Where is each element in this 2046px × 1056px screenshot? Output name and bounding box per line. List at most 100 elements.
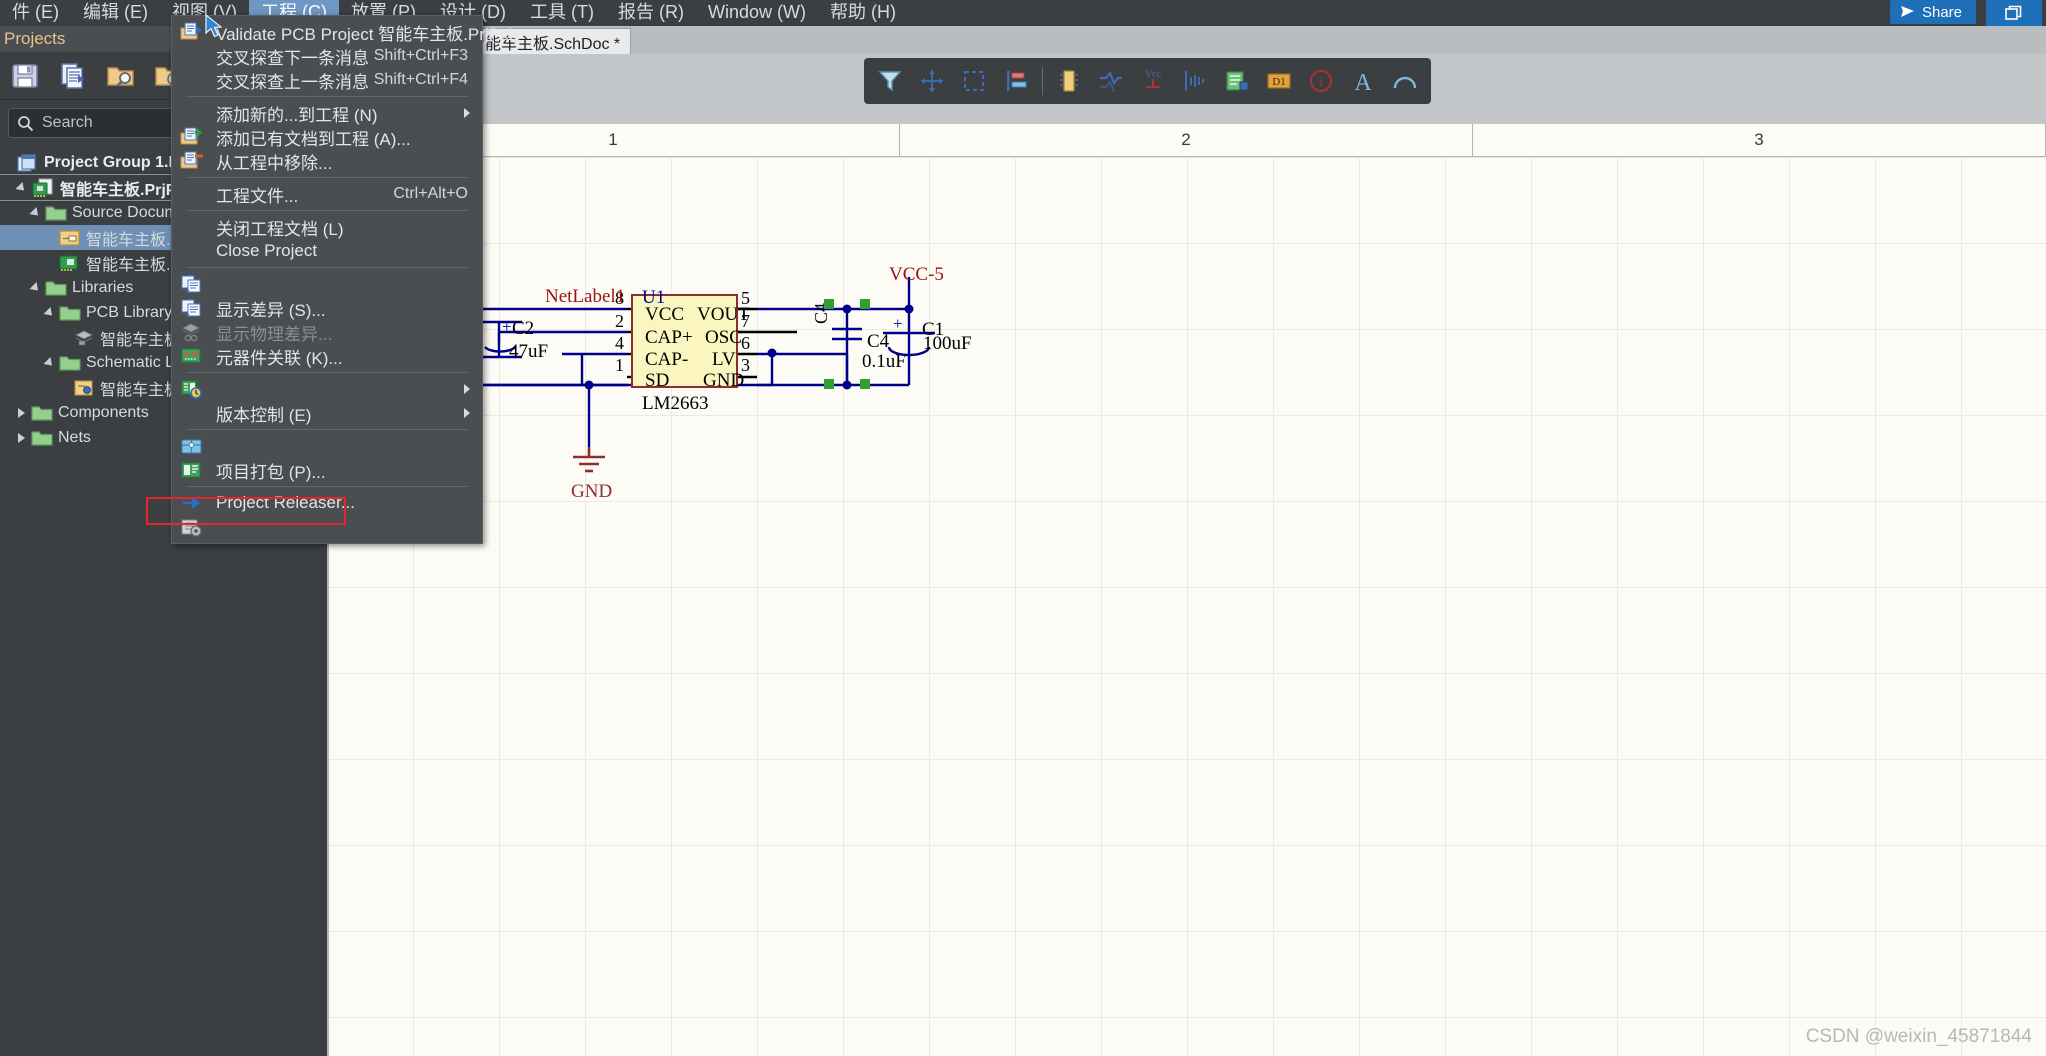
schlib-icon <box>73 379 95 397</box>
place-ground-button[interactable] <box>1179 65 1211 97</box>
menu-item-accel: Ctrl+Alt+O <box>393 185 468 203</box>
save-button[interactable] <box>8 59 42 93</box>
svg-text:GND: GND <box>703 370 744 391</box>
show-physical-differences-icon <box>179 297 205 319</box>
place-wire-button[interactable] <box>1095 65 1127 97</box>
menu-item-show-physical-differences[interactable]: 显示差异 (S)... <box>172 296 482 320</box>
menu-item-variants[interactable]: 元器件关联 (K)... <box>172 344 482 368</box>
menu-item-local-history[interactable]: 版本控制 (E) <box>172 401 482 425</box>
menu-item-project-packager[interactable] <box>172 434 482 458</box>
svg-text:3: 3 <box>741 355 750 375</box>
place-power-port-button[interactable]: Vcc <box>1137 65 1169 97</box>
restore-window-icon <box>2005 5 2023 21</box>
pcb-project-icon <box>31 178 55 198</box>
menu-item-add-new-to-project[interactable]: 添加新的...到工程 (N) <box>172 101 482 125</box>
schematic-toolbar: Vcc <box>327 54 2046 124</box>
svg-text:SD: SD <box>645 370 669 391</box>
menu-item-crossprobe-prev[interactable]: 交叉探查上一条消息 Shift+Ctrl+F4 <box>172 68 482 92</box>
menu-item-add-existing-to-project[interactable]: 添加已有文档到工程 (A)... <box>172 125 482 149</box>
application-window: 件 (E) 编辑 (E) 视图 (V) 工程 (C) 放置 (P) 设计 (D)… <box>0 0 2046 1056</box>
chevron-right-icon <box>464 408 470 418</box>
menu-separator <box>186 486 468 487</box>
schematic-canvas[interactable]: 1 2 3 <box>327 124 2046 1056</box>
menu-item-label: 显示差异 (S)... <box>216 296 326 321</box>
menu-item-project-releaser[interactable]: 项目打包 (P)... <box>172 458 482 482</box>
share-button[interactable]: Share <box>1890 0 1976 24</box>
place-ground-icon <box>1181 67 1209 95</box>
copy-documents-button[interactable] <box>56 59 90 93</box>
pcb-doc-icon <box>59 254 81 272</box>
project-approval-icon <box>179 492 205 514</box>
restore-window-button[interactable] <box>1986 0 2042 26</box>
menu-item-label: 交叉探查上一条消息 <box>216 68 369 93</box>
menu-item-show-differences[interactable] <box>172 272 482 296</box>
move-button[interactable] <box>916 65 948 97</box>
place-designator-button[interactable]: D1 <box>1263 65 1295 97</box>
component-partnumber: LM2663 <box>642 393 709 414</box>
gnd-label: GND <box>571 481 612 502</box>
svg-text:A: A <box>1354 70 1372 95</box>
copy-documents-icon <box>58 61 88 91</box>
menu-help[interactable]: 帮助 (H) <box>818 0 908 27</box>
menu-edit[interactable]: 编辑 (E) <box>71 0 160 27</box>
place-sheet-symbol-button[interactable] <box>1221 65 1253 97</box>
filter-icon <box>876 67 904 95</box>
folder-icon <box>45 279 67 297</box>
menu-item-label: 版本控制 (E) <box>216 401 311 426</box>
menu-item-remove-from-project[interactable]: 从工程中移除... <box>172 149 482 173</box>
place-no-erc-button[interactable]: i <box>1305 65 1337 97</box>
place-part-icon <box>1055 67 1083 95</box>
menu-item-project-documents[interactable]: 工程文件... Ctrl+Alt+O <box>172 182 482 206</box>
menu-tools[interactable]: 工具 (T) <box>518 0 606 27</box>
menu-item-version-control[interactable] <box>172 377 482 401</box>
svg-text:1: 1 <box>615 355 624 375</box>
menu-item-label: 项目打包 (P)... <box>216 458 326 483</box>
menu-item-crossprobe-next[interactable]: 交叉探查下一条消息 Shift+Ctrl+F3 <box>172 44 482 68</box>
toolbar-separator <box>1042 67 1043 95</box>
svg-text:5: 5 <box>741 288 750 308</box>
menu-separator <box>186 429 468 430</box>
place-part-button[interactable] <box>1053 65 1085 97</box>
ruler-mark-3: 3 <box>1473 124 2046 156</box>
svg-text:D1: D1 <box>1272 76 1285 88</box>
search-placeholder: Search <box>42 114 93 132</box>
net-label-1: NetLabel1 <box>545 286 625 307</box>
align-icon <box>1002 67 1030 95</box>
menu-item-close-project[interactable]: Close Project <box>172 239 482 263</box>
menu-file[interactable]: 件 (E) <box>0 0 71 27</box>
menu-item-project-approval[interactable]: Project Releaser... <box>172 491 482 515</box>
svg-text:+: + <box>893 314 903 333</box>
place-text-button[interactable]: A <box>1347 65 1379 97</box>
place-arc-button[interactable] <box>1389 65 1421 97</box>
menu-window[interactable]: Window (W) <box>696 0 818 27</box>
svg-text:47uF: 47uF <box>509 341 548 362</box>
project-releaser-icon <box>179 459 205 481</box>
menu-separator <box>186 177 468 178</box>
tree-label: Nets <box>58 429 91 447</box>
project-group-icon <box>17 153 39 173</box>
place-designator-icon: D1 <box>1265 67 1293 95</box>
browse-folder-button[interactable] <box>104 59 138 93</box>
menu-item-accel: Shift+Ctrl+F4 <box>374 71 468 89</box>
tree-label: Components <box>58 404 149 422</box>
svg-text:+: + <box>502 317 512 336</box>
svg-text:C2: C2 <box>512 318 534 339</box>
menu-separator <box>186 210 468 211</box>
select-area-button[interactable] <box>958 65 990 97</box>
validate-project-icon <box>179 21 205 43</box>
align-button[interactable] <box>1000 65 1032 97</box>
svg-text:4: 4 <box>615 333 624 353</box>
svg-text:CAP-: CAP- <box>645 349 688 370</box>
menu-item-label: Close Project <box>216 241 317 261</box>
project-options-icon <box>179 516 205 538</box>
menu-item-project-options[interactable] <box>172 515 482 539</box>
menu-item-close-project-documents[interactable]: 关闭工程文档 (L) <box>172 215 482 239</box>
menu-separator <box>186 372 468 373</box>
filter-button[interactable] <box>874 65 906 97</box>
menu-report[interactable]: 报告 (R) <box>606 0 696 27</box>
menu-item-accel: Shift+Ctrl+F3 <box>374 47 468 65</box>
menu-item-label: 添加已有文档到工程 (A)... <box>216 125 411 150</box>
show-differences-icon <box>179 273 205 295</box>
folder-icon <box>31 404 53 422</box>
pcblib-icon <box>73 329 95 347</box>
